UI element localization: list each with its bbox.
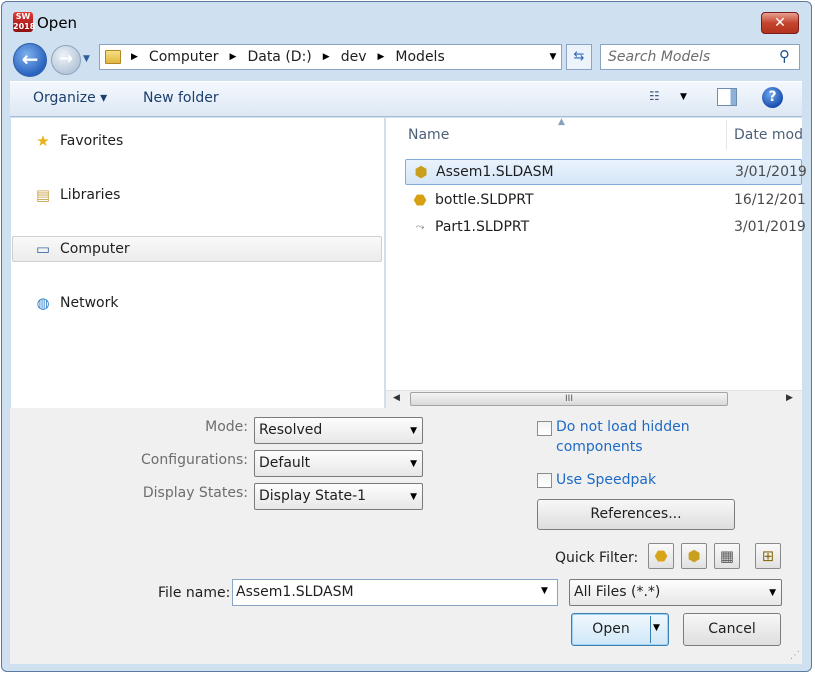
libraries-icon: ▤ [35, 186, 51, 204]
hidden-components-line1: Do not load hidden [556, 419, 690, 435]
filter-drawings-icon[interactable]: ▦ [714, 543, 740, 569]
mode-select[interactable]: Resolved ▼ [254, 417, 423, 444]
organize-menu[interactable]: Organize ▾ [33, 90, 107, 106]
file-name: Part1.SLDPRT [435, 219, 530, 235]
nav-item-label: Network [60, 295, 119, 311]
breadcrumb-dev[interactable]: dev [341, 49, 367, 65]
nav-item-favorites[interactable]: ★ Favorites [34, 130, 123, 152]
folder-icon [105, 50, 121, 64]
nav-item-label: Computer [60, 241, 130, 257]
split-divider [650, 616, 651, 643]
breadcrumb-models[interactable]: Models [395, 49, 444, 65]
network-icon: ◍ [36, 294, 50, 312]
file-row-assem1[interactable]: ⬢ Assem1.SLDASM 3/01/2019 [405, 159, 807, 185]
file-name-history-icon[interactable]: ▼ [541, 586, 548, 596]
configurations-select[interactable]: Default ▼ [254, 450, 423, 477]
window-title: Open [37, 14, 78, 32]
refresh-icon: ⇆ [573, 49, 585, 64]
column-divider[interactable] [726, 120, 727, 150]
column-header-name[interactable]: Name [408, 127, 449, 143]
part-file-icon: ⤳ [415, 220, 425, 233]
file-name-label: File name: [158, 585, 231, 601]
search-placeholder: Search Models [608, 49, 711, 65]
cancel-button[interactable]: Cancel [683, 613, 781, 646]
hidden-components-checkbox[interactable] [537, 421, 552, 436]
filter-top-level-assemblies-icon[interactable]: ⊞ [755, 543, 781, 569]
star-icon: ★ [36, 132, 50, 150]
scroll-left-icon[interactable]: ◀ [393, 393, 400, 403]
nav-item-label: Favorites [60, 133, 124, 149]
mode-label: Mode: [205, 419, 248, 435]
address-bar[interactable]: ▶ Computer ▶ Data (D:) ▶ dev ▶ Models [99, 44, 562, 70]
display-states-select[interactable]: Display State-1 ▼ [254, 483, 423, 510]
sort-ascending-icon: ▲ [558, 117, 565, 127]
file-type-select[interactable]: All Files (*.*) ▼ [569, 579, 782, 606]
chevron-down-icon: ▼ [410, 459, 417, 469]
breadcrumb-separator-icon[interactable]: ▶ [323, 52, 330, 62]
breadcrumb-separator-icon[interactable]: ▶ [230, 52, 237, 62]
new-folder-button[interactable]: New folder [143, 90, 219, 106]
nav-item-libraries[interactable]: ▤ Libraries [34, 184, 121, 206]
breadcrumb-separator-icon[interactable]: ▶ [131, 52, 138, 62]
file-name: bottle.SLDPRT [435, 192, 534, 208]
quick-filter-label: Quick Filter: [555, 550, 639, 566]
navigation-pane [11, 118, 385, 408]
mode-value: Resolved [259, 422, 323, 438]
file-type-value: All Files (*.*) [574, 584, 661, 600]
references-button[interactable]: References... [537, 499, 735, 530]
open-button-label: Open [592, 621, 630, 637]
close-button[interactable]: ✕ [761, 12, 799, 34]
breadcrumb-data-drive[interactable]: Data (D:) [247, 49, 311, 65]
speedpak-checkbox[interactable] [537, 473, 552, 488]
chevron-down-icon: ▼ [410, 426, 417, 436]
speedpak-label[interactable]: Use Speedpak [556, 470, 656, 490]
open-options-dropdown-icon[interactable]: ▼ [653, 623, 660, 633]
search-icon[interactable]: ⚲ [779, 47, 797, 65]
preview-pane-icon[interactable] [717, 88, 737, 106]
hidden-components-line2: components [556, 439, 643, 455]
part-icon: ⬣ [413, 191, 427, 209]
refresh-button[interactable]: ⇆ [566, 44, 592, 70]
chevron-down-icon: ▼ [769, 588, 776, 598]
configurations-label: Configurations: [141, 452, 248, 468]
file-name-value: Assem1.SLDASM [236, 584, 354, 600]
nav-item-computer[interactable]: ▭ Computer [34, 238, 130, 260]
file-name: Assem1.SLDASM [436, 164, 554, 180]
help-icon[interactable]: ? [762, 87, 783, 108]
open-button[interactable]: Open ▼ [571, 613, 669, 646]
nav-item-label: Libraries [60, 187, 121, 203]
assembly-icon: ⬢ [414, 163, 428, 181]
scroll-right-icon[interactable]: ▶ [786, 393, 793, 403]
back-button[interactable]: ← [13, 43, 47, 77]
resize-grip-icon[interactable]: ⋰ [790, 650, 800, 661]
solidworks-app-icon: SW 2018 [13, 12, 36, 32]
view-options-icon[interactable]: ☷ [649, 89, 669, 107]
nav-item-network[interactable]: ◍ Network [34, 292, 118, 314]
filter-parts-icon[interactable]: ⬣ [648, 543, 674, 569]
file-date: 3/01/2019 [735, 164, 807, 180]
back-arrow-icon: ← [21, 47, 39, 71]
chevron-down-icon: ▼ [410, 492, 417, 502]
view-options-dropdown[interactable]: ▼ [680, 92, 687, 102]
forward-button[interactable]: → [51, 45, 81, 75]
file-name-input[interactable]: Assem1.SLDASM [232, 579, 558, 606]
display-states-label: Display States: [142, 485, 248, 501]
recent-locations-dropdown[interactable]: ▼ [83, 54, 93, 64]
filter-assemblies-icon[interactable]: ⬢ [681, 543, 707, 569]
breadcrumb-separator-icon[interactable]: ▶ [377, 52, 384, 62]
file-row-part1[interactable]: ⤳ Part1.SLDPRT 3/01/2019 [405, 214, 806, 240]
file-row-bottle[interactable]: ⬣ bottle.SLDPRT 16/12/201 [405, 187, 805, 213]
configurations-value: Default [259, 455, 311, 471]
breadcrumb-computer[interactable]: Computer [149, 49, 219, 65]
address-dropdown-icon[interactable]: ▼ [545, 45, 561, 69]
display-states-value: Display State-1 [259, 488, 367, 504]
hidden-components-label[interactable]: Do not load hidden components [556, 417, 690, 457]
computer-icon: ▭ [35, 240, 51, 258]
column-header-date-modified[interactable]: Date mod [734, 127, 803, 143]
file-date: 3/01/2019 [734, 219, 806, 235]
scrollbar-thumb[interactable]: III [410, 392, 728, 406]
file-date: 16/12/201 [734, 192, 806, 208]
forward-arrow-icon: → [58, 49, 74, 69]
